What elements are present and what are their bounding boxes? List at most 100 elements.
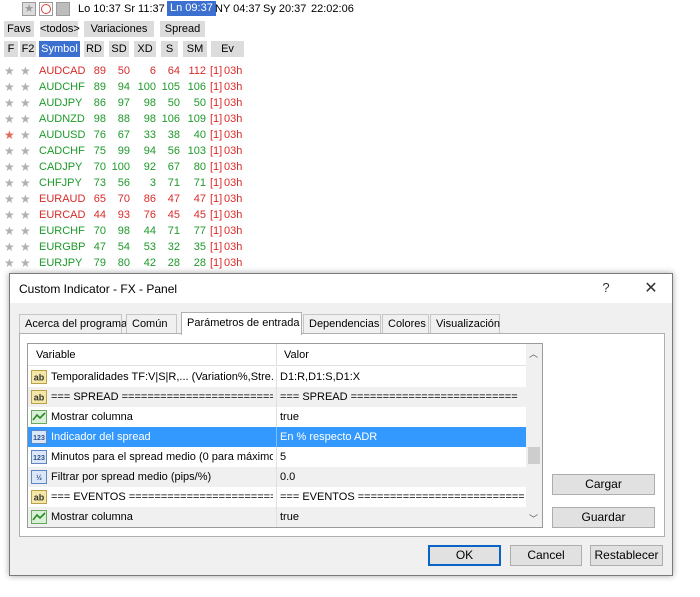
favorite-star-icon[interactable]: ★ (4, 257, 20, 270)
save-button[interactable]: Guardar (552, 507, 655, 528)
parameter-name[interactable]: Filtrar por spread medio (pips/%) (51, 471, 273, 483)
favorite2-star-icon[interactable]: ★ (20, 209, 31, 222)
close-icon[interactable]: ✕ (642, 278, 660, 298)
symbol-name[interactable]: EURJPY (39, 257, 82, 269)
tab-visualization[interactable]: Visualización (430, 314, 500, 334)
no-entry-icon[interactable] (39, 2, 53, 16)
parameter-name[interactable]: === SPREAD ========================... (51, 391, 273, 403)
tab-colors[interactable]: Colores (382, 314, 429, 334)
parameter-name[interactable]: === EVENTOS ========================... (51, 491, 273, 503)
favorite2-star-icon[interactable]: ★ (20, 129, 31, 142)
parameter-value[interactable]: 0.0 (280, 471, 524, 483)
parameter-value[interactable]: 5 (280, 451, 524, 463)
symbol-row[interactable]: ★ ★ AUDCHF 89 94 100 105 106 [1] 03h (0, 80, 260, 96)
ok-button[interactable]: OK (428, 545, 501, 566)
favorite2-star-icon[interactable]: ★ (20, 97, 31, 110)
column-xd[interactable]: XD (134, 41, 156, 57)
cancel-button[interactable]: Cancel (510, 545, 582, 566)
symbol-name[interactable]: EURGBP (39, 241, 85, 253)
tab-about[interactable]: Acerca del programa (19, 314, 127, 334)
symbol-name[interactable]: CADCHF (39, 145, 85, 157)
column-s[interactable]: S (161, 41, 178, 57)
tab-dependencies[interactable]: Dependencias (303, 314, 381, 334)
column-sd[interactable]: SD (109, 41, 129, 57)
parameter-name[interactable]: Temporalidades TF:V|S|R,... (Variation%,… (51, 371, 273, 383)
favorite2-star-icon[interactable]: ★ (20, 177, 31, 190)
scroll-up-icon[interactable]: ︿ (529, 347, 538, 360)
parameter-value[interactable]: === EVENTOS ========================== (280, 491, 524, 503)
favorite-star-icon[interactable]: ★ (4, 145, 20, 158)
symbol-row[interactable]: ★ ★ CADCHF 75 99 94 56 103 [1] 03h (0, 144, 260, 160)
parameters-grid[interactable]: Variable Valor ab Temporalidades TF:V|S|R… (27, 343, 543, 528)
parameter-value[interactable]: D1:R,D1:S,D1:X (280, 371, 524, 383)
symbol-name[interactable]: AUDCHF (39, 81, 85, 93)
favorite2-star-icon[interactable]: ★ (20, 241, 31, 254)
symbol-row[interactable]: ★ ★ AUDNZD 98 88 98 106 109 [1] 03h (0, 112, 260, 128)
favorite2-star-icon[interactable]: ★ (20, 161, 31, 174)
symbol-row[interactable]: ★ ★ EURAUD 65 70 86 47 47 [1] 03h (0, 192, 260, 208)
symbol-name[interactable]: CADJPY (39, 161, 82, 173)
column-f2[interactable]: F2 (20, 41, 36, 57)
load-button[interactable]: Cargar (552, 474, 655, 495)
symbol-row[interactable]: ★ ★ EURGBP 47 54 53 32 35 [1] 03h (0, 240, 260, 256)
favorite-star-icon[interactable]: ★ (4, 161, 20, 174)
symbol-row[interactable]: ★ ★ AUDCAD 89 50 6 64 112 [1] 03h (0, 64, 260, 80)
favorite2-star-icon[interactable]: ★ (20, 65, 31, 78)
favorite2-star-icon[interactable]: ★ (20, 113, 31, 126)
symbol-row[interactable]: ★ ★ EURCAD 44 93 76 45 45 [1] 03h (0, 208, 260, 224)
parameter-row[interactable]: 123 Minutos para el spread medio (0 para … (28, 447, 526, 467)
help-icon[interactable]: ? (599, 280, 613, 295)
favorite2-star-icon[interactable]: ★ (20, 225, 31, 238)
symbol-row[interactable]: ★ ★ CADJPY 70 100 92 67 80 [1] 03h (0, 160, 260, 176)
symbol-name[interactable]: EURAUD (39, 193, 85, 205)
tab-common[interactable]: Común (126, 314, 177, 334)
filter-all-button[interactable]: <todos> (40, 21, 80, 37)
grid-scrollbar[interactable]: ︿ ﹀ (526, 344, 542, 527)
column-variable[interactable]: Variable (36, 349, 76, 361)
favorite-star-icon[interactable]: ★ (4, 81, 20, 94)
favorite-star-icon[interactable]: ★ (4, 225, 20, 238)
parameter-value[interactable]: === SPREAD ========================== (280, 391, 524, 403)
scroll-down-icon[interactable]: ﹀ (529, 512, 538, 525)
parameter-row[interactable]: Mostrar columna true (28, 507, 526, 527)
favorite-star-icon[interactable]: ★ (4, 97, 20, 110)
column-ev[interactable]: Ev (211, 41, 244, 57)
symbol-name[interactable]: CHFJPY (39, 177, 82, 189)
favorite2-star-icon[interactable]: ★ (20, 193, 31, 206)
parameter-value[interactable]: true (280, 511, 524, 523)
scroll-thumb[interactable] (528, 447, 540, 464)
favorite-star-icon[interactable]: ★ (4, 113, 20, 126)
symbol-row[interactable]: ★ ★ AUDJPY 86 97 98 50 50 [1] 03h (0, 96, 260, 112)
parameter-name[interactable]: Mostrar columna (51, 411, 273, 423)
favorite-star-icon[interactable]: ★ (4, 193, 20, 206)
parameter-row[interactable]: 123 Indicador del spread En % respecto ADR (28, 427, 526, 447)
symbol-row[interactable]: ★ ★ AUDUSD 76 67 33 38 40 [1] 03h (0, 128, 260, 144)
star-icon[interactable]: ★ (22, 2, 36, 16)
favorite-star-icon[interactable]: ★ (4, 177, 20, 190)
favorite2-star-icon[interactable]: ★ (20, 81, 31, 94)
tab-input-parameters[interactable]: Parámetros de entrada (181, 312, 302, 335)
parameter-name[interactable]: Minutos para el spread medio (0 para máx… (51, 451, 273, 463)
column-f[interactable]: F (4, 41, 18, 57)
parameter-row[interactable]: ab === SPREAD ========================...… (28, 387, 526, 407)
parameter-name[interactable]: Mostrar columna (51, 511, 273, 523)
parameter-row[interactable]: ab Temporalidades TF:V|S|R,... (Variation… (28, 367, 526, 387)
stop-icon[interactable] (56, 2, 70, 16)
parameter-value[interactable]: true (280, 411, 524, 423)
filter-variations-button[interactable]: Variaciones (84, 21, 154, 37)
favorite2-star-icon[interactable]: ★ (20, 145, 31, 158)
reset-button[interactable]: Restablecer (590, 545, 663, 566)
column-value[interactable]: Valor (284, 349, 309, 361)
filter-favs-button[interactable]: Favs (4, 21, 34, 37)
favorite-star-icon[interactable]: ★ (4, 129, 20, 142)
parameter-name[interactable]: Indicador del spread (51, 431, 273, 443)
symbol-name[interactable]: EURCHF (39, 225, 85, 237)
parameter-row[interactable]: ab === EVENTOS ========================..… (28, 487, 526, 507)
favorite2-star-icon[interactable]: ★ (20, 257, 31, 270)
symbol-name[interactable]: AUDNZD (39, 113, 85, 125)
column-rd[interactable]: RD (84, 41, 104, 57)
symbol-row[interactable]: ★ ★ EURCHF 70 98 44 71 77 [1] 03h (0, 224, 260, 240)
symbol-row[interactable]: ★ ★ EURJPY 79 80 42 28 28 [1] 03h (0, 256, 260, 272)
favorite-star-icon[interactable]: ★ (4, 65, 20, 78)
symbol-name[interactable]: AUDCAD (39, 65, 85, 77)
